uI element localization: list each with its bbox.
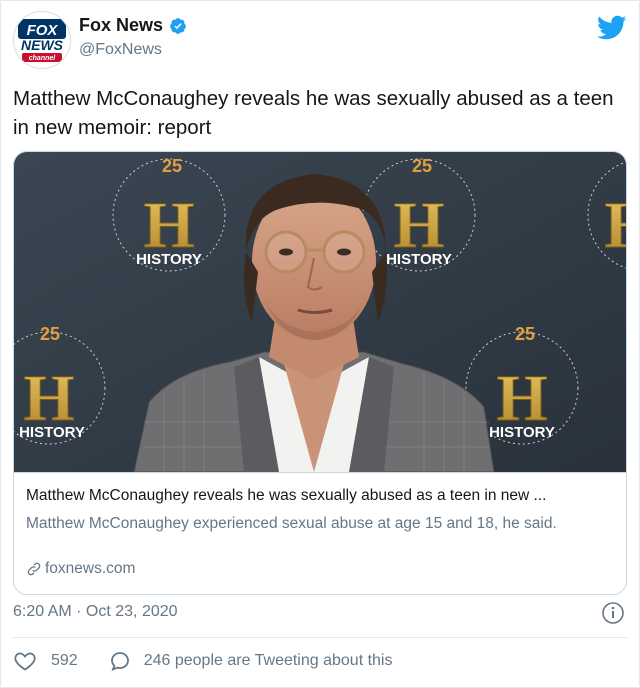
- svg-text:25: 25: [515, 324, 535, 344]
- tweet-text: Matthew McConaughey reveals he was sexua…: [13, 87, 614, 139]
- svg-text:H: H: [604, 189, 626, 262]
- fox-news-logo-icon: FOX NEWS channel: [14, 12, 70, 68]
- card-domain[interactable]: foxnews.com: [26, 560, 135, 578]
- svg-text:25: 25: [40, 324, 60, 344]
- author-handle[interactable]: @FoxNews: [79, 41, 162, 59]
- tweet-actions: 592 246 people are Tweeting about this: [13, 649, 392, 673]
- link-card[interactable]: H HISTORY 25 H HISTORY 25 H H HISTORY 25: [13, 151, 627, 595]
- info-icon[interactable]: [601, 601, 625, 625]
- svg-text:HISTORY: HISTORY: [19, 424, 85, 441]
- svg-text:HISTORY: HISTORY: [136, 251, 202, 268]
- card-description: Matthew McConaughey experienced sexual a…: [26, 515, 557, 532]
- tweet-embed: FOX NEWS channel Fox News @FoxNews Matth…: [0, 0, 640, 688]
- svg-text:channel: channel: [29, 55, 57, 62]
- like-count: 592: [51, 652, 78, 669]
- author-display-name[interactable]: Fox News: [79, 15, 163, 36]
- link-icon: [27, 562, 41, 576]
- heart-icon: [14, 652, 36, 671]
- card-domain-text[interactable]: foxnews.com: [45, 560, 135, 578]
- author-name-row[interactable]: Fox News: [79, 15, 187, 36]
- card-image[interactable]: H HISTORY 25 H HISTORY 25 H H HISTORY 25: [14, 152, 626, 472]
- divider: [13, 637, 627, 638]
- tweeting-about-text[interactable]: 246 people are Tweeting about this: [144, 652, 393, 670]
- svg-text:HISTORY: HISTORY: [489, 424, 555, 441]
- tweeting-about-link[interactable]: 246 people are Tweeting about this: [108, 649, 393, 673]
- twitter-bird-icon[interactable]: [597, 15, 627, 41]
- tweet-timestamp[interactable]: 6:20 AM · Oct 23, 2020: [13, 603, 178, 621]
- svg-text:HISTORY: HISTORY: [386, 251, 452, 268]
- speech-bubble-icon: [110, 652, 129, 672]
- like-button[interactable]: 592: [13, 649, 78, 673]
- verified-badge-icon: [170, 17, 186, 34]
- card-body[interactable]: Matthew McConaughey reveals he was sexua…: [14, 472, 626, 594]
- svg-text:25: 25: [162, 156, 182, 176]
- card-title[interactable]: Matthew McConaughey reveals he was sexua…: [26, 487, 616, 505]
- avatar[interactable]: FOX NEWS channel: [13, 11, 71, 69]
- svg-text:25: 25: [412, 156, 432, 176]
- svg-text:NEWS: NEWS: [21, 37, 64, 53]
